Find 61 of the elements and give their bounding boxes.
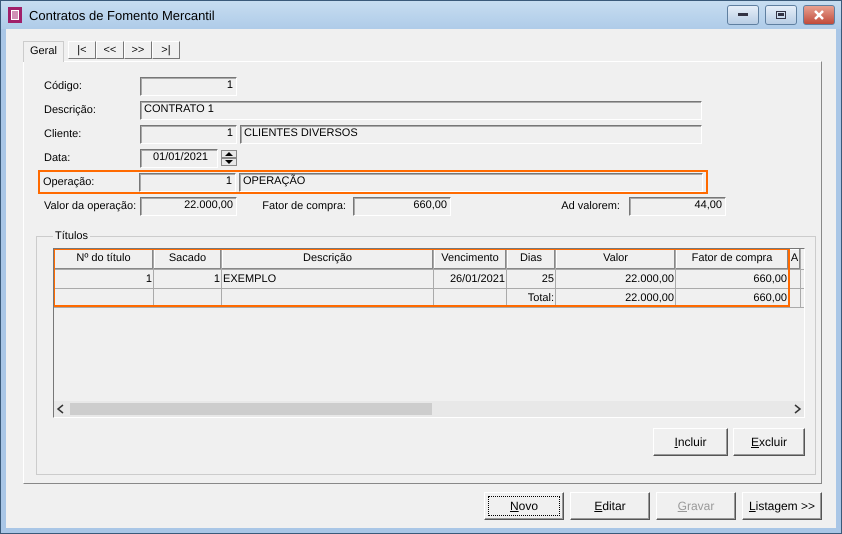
date-field[interactable]: 01/01/2021: [140, 148, 218, 168]
action-button[interactable]: Editar: [570, 492, 650, 520]
action-button[interactable]: Listagem >>: [742, 492, 822, 520]
column-header[interactable]: Sacado: [154, 249, 222, 269]
field-label: Descrição:: [44, 104, 97, 116]
horizontal-scrollbar[interactable]: [54, 401, 804, 417]
field-label: Valor da operação:: [44, 200, 137, 212]
window-title: Contratos de Fomento Mercantil: [29, 8, 216, 22]
nav-button[interactable]: >>: [124, 41, 152, 59]
input-field[interactable]: 22.000,00: [140, 196, 237, 216]
close-button[interactable]: [803, 5, 835, 25]
table-cell: 25: [507, 270, 556, 288]
maximize-icon: [776, 11, 786, 19]
table-cell: 26/01/2021: [434, 270, 507, 288]
table-cell: Total:: [507, 289, 556, 307]
column-header[interactable]: A: [789, 249, 801, 269]
document-icon: [7, 7, 23, 23]
field-label: Cliente:: [44, 128, 82, 140]
table-cell: 1: [154, 270, 222, 288]
table-cell: EXEMPLO: [222, 270, 434, 288]
down-arrow-icon: [225, 160, 233, 164]
up-arrow-icon: [225, 152, 233, 156]
field-label: Ad valorem:: [560, 200, 620, 212]
column-header[interactable]: Nº do título: [54, 249, 154, 269]
column-header[interactable]: Vencimento: [434, 249, 507, 269]
input-field[interactable]: 1: [139, 172, 236, 192]
action-button[interactable]: Novo: [484, 492, 564, 520]
group-title: Títulos: [54, 230, 90, 242]
action-button[interactable]: Incluir: [653, 428, 728, 456]
close-icon: [813, 10, 825, 20]
column-header[interactable]: Dias: [507, 249, 556, 269]
spin-up-button[interactable]: [221, 150, 237, 158]
column-header[interactable]: Descrição: [222, 249, 434, 269]
table-cell: 22.000,00: [556, 270, 676, 288]
tab[interactable]: Geral: [23, 41, 64, 62]
maximize-button[interactable]: [765, 5, 797, 25]
spin-down-button[interactable]: [221, 158, 237, 166]
nav-button[interactable]: |<: [68, 41, 96, 59]
column-header[interactable]: Fator de compra: [676, 249, 789, 269]
input-field[interactable]: 1: [140, 76, 237, 96]
input-field[interactable]: 660,00: [353, 196, 451, 216]
input-field[interactable]: CLIENTES DIVERSOS: [240, 124, 702, 144]
nav-button[interactable]: <<: [96, 41, 124, 59]
field-label: Código:: [44, 80, 83, 92]
table-cell: 660,00: [676, 270, 789, 288]
minimize-button[interactable]: [727, 5, 759, 25]
input-field[interactable]: CONTRATO 1: [140, 100, 702, 120]
input-field[interactable]: 44,00: [629, 196, 726, 216]
field-label: Operação:: [43, 176, 96, 188]
field-label: Data:: [44, 152, 72, 164]
table-cell: 22.000,00: [556, 289, 676, 307]
minimize-icon: [738, 13, 748, 17]
input-field[interactable]: OPERAÇÃO: [239, 172, 703, 192]
table-cell: 1: [54, 270, 154, 288]
input-field[interactable]: 1: [140, 124, 237, 144]
nav-button[interactable]: >|: [152, 41, 180, 59]
table-cell: 660,00: [676, 289, 789, 307]
column-header[interactable]: Valor: [556, 249, 676, 269]
data-grid[interactable]: Nº do título Sacado Descrição Vencimento Dias Valor Fator de compra A 1 1 EXEMPLO 26/01/2021 25 22.000,00 660,00 Total: 22.000,00 660,00: [53, 248, 805, 418]
action-button[interactable]: Excluir: [733, 428, 805, 456]
field-label: Fator de compra:: [261, 200, 346, 212]
